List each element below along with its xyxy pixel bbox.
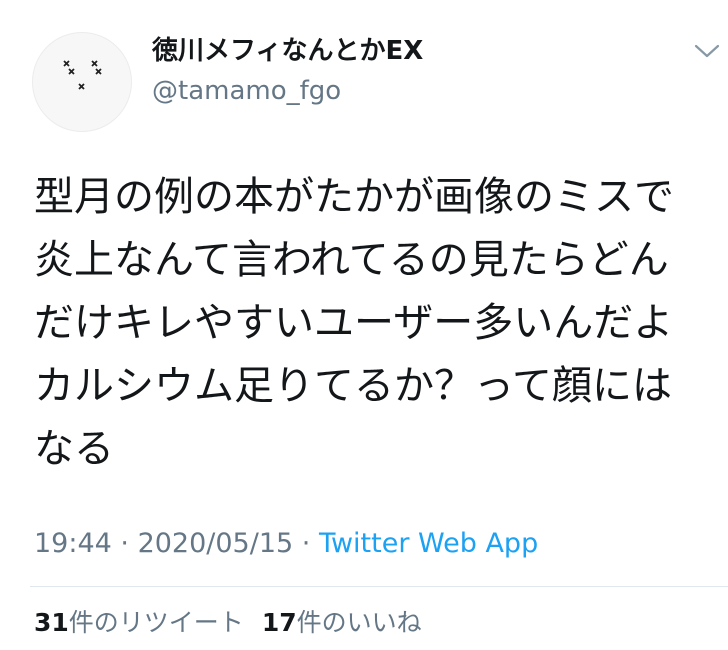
avatar[interactable] (32, 32, 132, 132)
likes-stat[interactable]: 17件のいいね (262, 608, 422, 637)
chevron-down-icon[interactable] (694, 42, 720, 60)
divider (30, 586, 728, 587)
tweet-line: 型月の例の本がたかが画像のミスで (34, 174, 674, 220)
tweet-line: カルシウム足りてるか？って顔には (34, 363, 672, 409)
likes-label: 件のいいね (296, 608, 422, 637)
tweet-date[interactable]: 2020/05/15 (138, 528, 294, 559)
meta-separator: · (111, 528, 138, 559)
retweets-stat[interactable]: 31件のリツイート (34, 608, 244, 637)
tweet-stats: 31件のリツイート 17件のいいね (34, 606, 422, 640)
meta-separator: · (293, 528, 319, 559)
tweet-time[interactable]: 19:44 (34, 528, 112, 559)
tweet-source-link[interactable]: Twitter Web App (319, 528, 538, 559)
tweet-text: 型月の例の本がたかが画像のミスで 炎上なんて言われてるの見たらどん だけキレやす… (34, 166, 704, 481)
tweet-line: 炎上なんて言われてるの見たらどん (34, 237, 669, 283)
user-handle[interactable]: @tamamo_fgo (152, 74, 341, 108)
retweets-label: 件のリツイート (68, 608, 244, 637)
tweet-line: なる (34, 426, 114, 472)
likes-count: 17 (261, 608, 297, 637)
display-name[interactable]: 徳川メフィなんとかEX (152, 34, 423, 68)
tweet-line: だけキレやすいユーザー多いんだよ (34, 300, 674, 346)
tweet-meta: 19:44 · 2020/05/15 · Twitter Web App (34, 526, 538, 562)
avatar-face-icon (63, 60, 102, 90)
retweets-count: 31 (34, 608, 69, 637)
